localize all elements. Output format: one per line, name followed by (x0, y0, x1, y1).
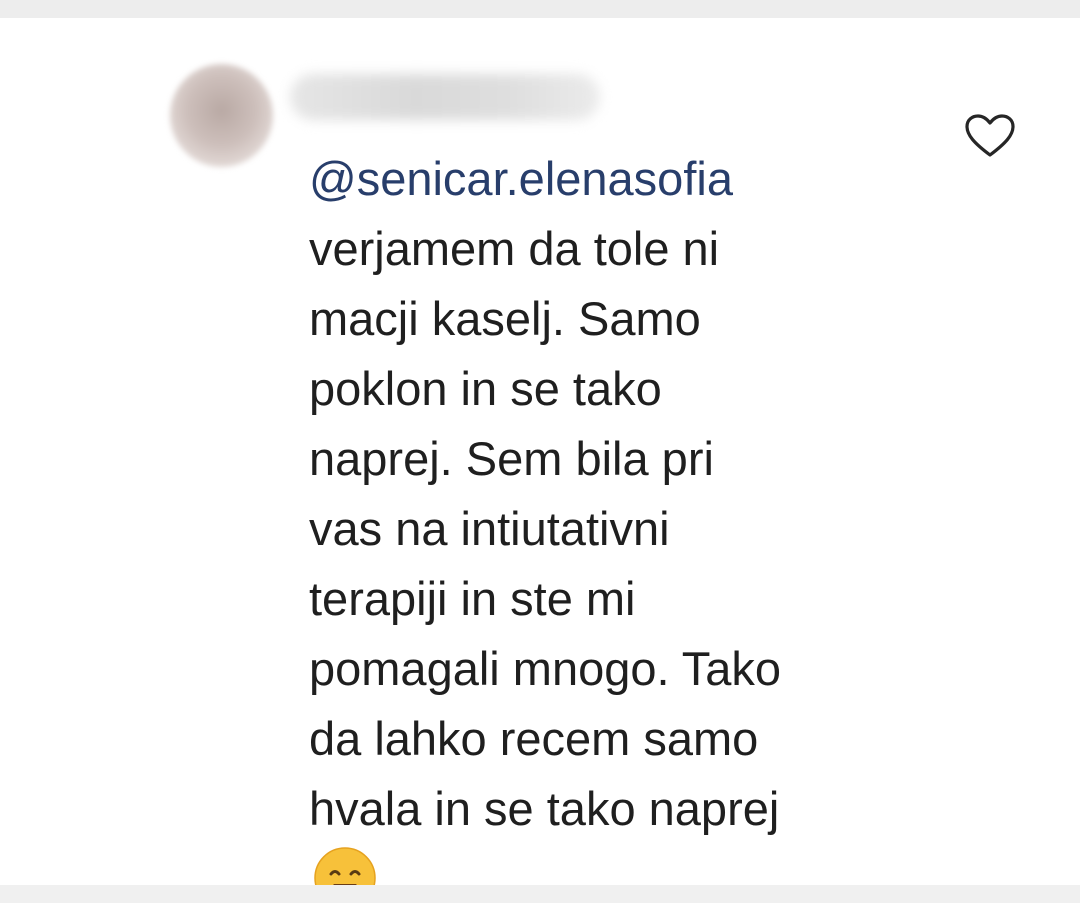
comment-line: naprej. Sem bila pri (309, 432, 714, 485)
mention-link[interactable]: @senicar.elenasofia (309, 144, 949, 214)
comment-line: hvala in se tako naprej (309, 782, 780, 835)
comment-line: pomagali mnogo. Tako (309, 642, 782, 695)
comment-text: @senicar.elenasofia verjamem da tole ni … (309, 144, 949, 903)
comment-line: vas na intiutativni (309, 502, 670, 555)
heart-outline-icon (965, 114, 1015, 157)
avatar[interactable] (170, 64, 273, 167)
comment-line: macji kaselj. Samo (309, 292, 701, 345)
comment-item: @senicar.elenasofia verjamem da tole ni … (0, 18, 1080, 903)
bottom-divider (0, 885, 1080, 903)
top-divider (0, 0, 1080, 18)
comment-line: da lahko recem samo (309, 712, 759, 765)
comment-line: poklon in se tako (309, 362, 662, 415)
comment-screenshot: @senicar.elenasofia verjamem da tole ni … (0, 0, 1080, 903)
comment-line: terapiji in ste mi (309, 572, 636, 625)
comment-line: verjamem da tole ni (309, 222, 720, 275)
username-redacted (290, 74, 600, 120)
like-button[interactable] (962, 112, 1018, 160)
